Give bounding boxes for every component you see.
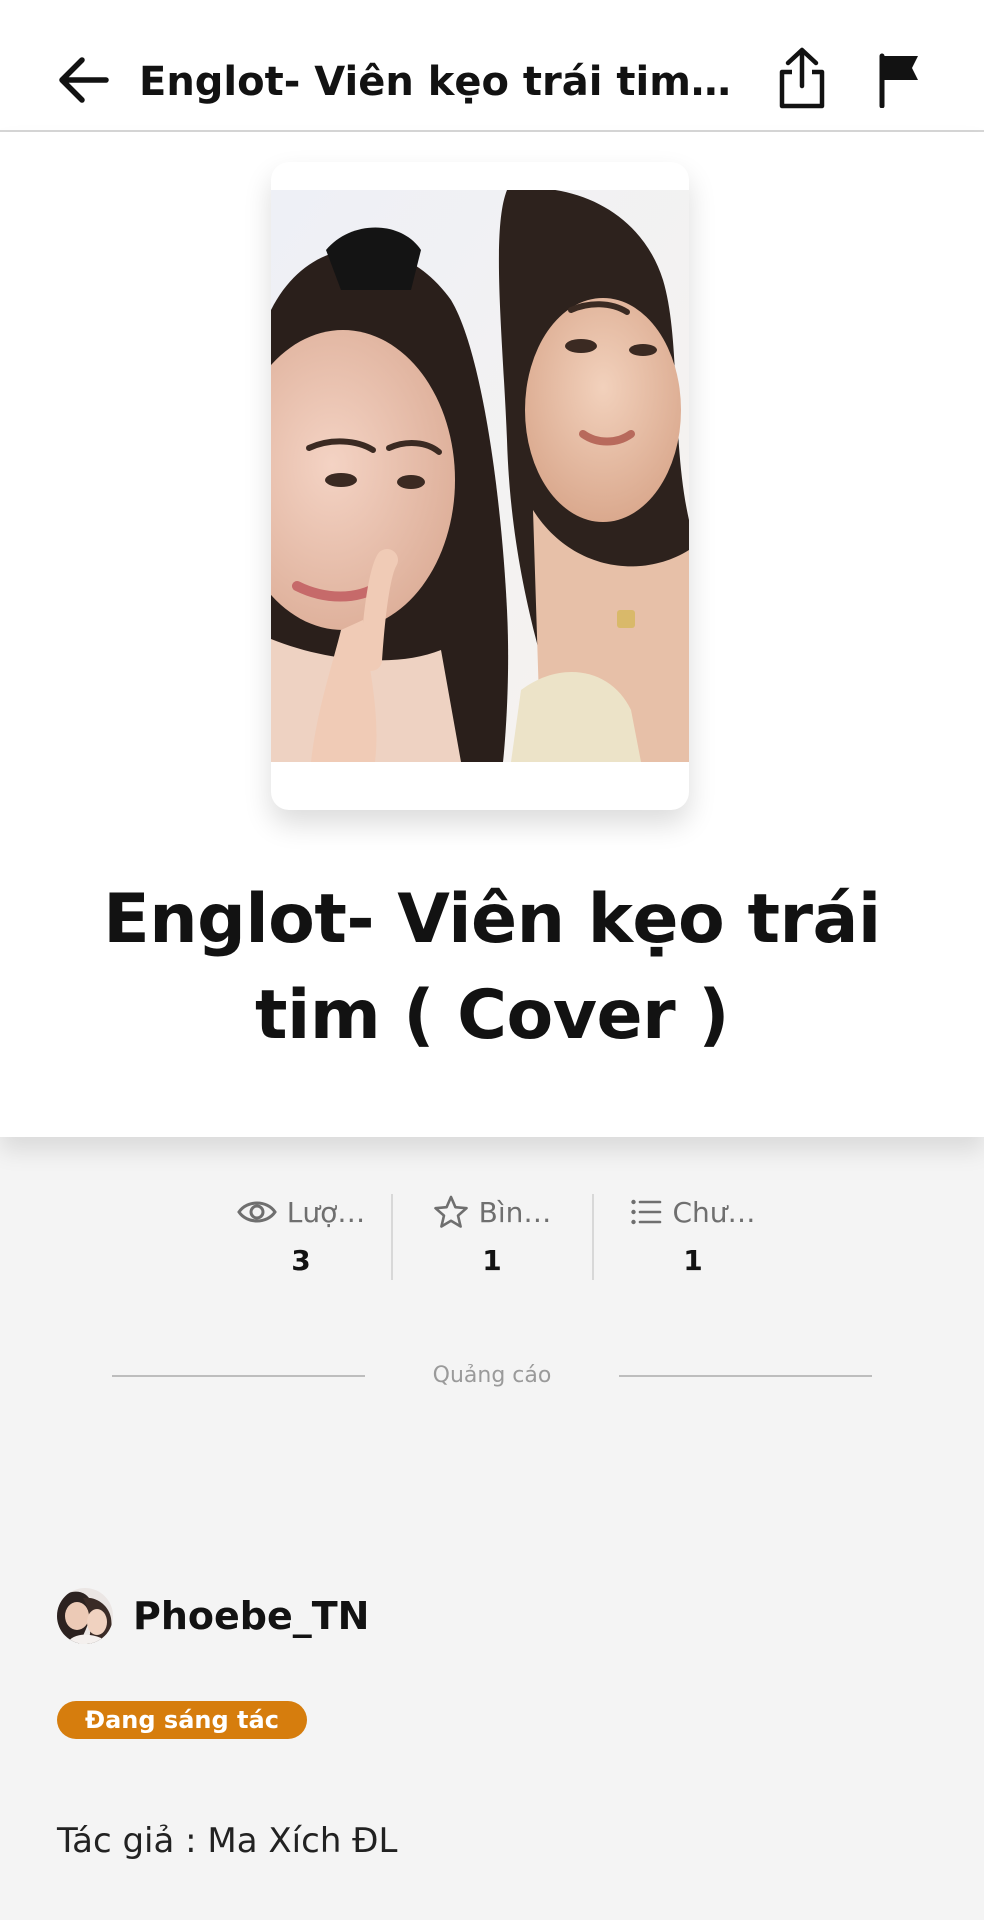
nav-title: Englot- Viên kẹo trái tim ( Cover ) xyxy=(139,59,739,105)
stat-reads-label: Lượ… xyxy=(286,1195,366,1229)
story-stats: Lượ… 3 Bìn… 1 Chư… 1 xyxy=(200,1190,784,1282)
story-hero: Englot- Viên kẹo trái tim ( Cover ) xyxy=(0,132,984,1137)
avatar[interactable] xyxy=(57,1588,113,1644)
stat-parts-value: 1 xyxy=(683,1244,703,1277)
arrow-left-icon xyxy=(59,57,109,103)
share-icon xyxy=(779,47,825,109)
story-title: Englot- Viên kẹo trái tim ( Cover ) xyxy=(103,880,881,1055)
flag-icon xyxy=(879,53,918,109)
divider-line xyxy=(619,1375,872,1377)
report-button[interactable] xyxy=(876,52,924,109)
story-details-screen: Englot- Viên kẹo trái tim ( Cover ) xyxy=(0,0,984,1920)
eye-icon xyxy=(236,1201,277,1223)
stat-votes-label: Bìn… xyxy=(478,1195,552,1229)
divider-line xyxy=(112,1375,365,1377)
stat-votes-value: 1 xyxy=(482,1244,502,1277)
cover-card[interactable] xyxy=(271,162,689,810)
share-button[interactable] xyxy=(776,46,828,112)
stat-parts-label: Chư… xyxy=(672,1195,756,1229)
stat-votes[interactable]: Bìn… 1 xyxy=(391,1190,593,1282)
story-description: Tác giả : Ma Xích ĐL xyxy=(57,1821,398,1861)
top-navigation-bar: Englot- Viên kẹo trái tim ( Cover ) xyxy=(0,0,984,132)
stat-parts[interactable]: Chư… 1 xyxy=(592,1190,794,1282)
stat-votes-header: Bìn… xyxy=(391,1190,593,1234)
cover-image xyxy=(271,190,689,762)
list-icon xyxy=(631,1199,662,1225)
author-name[interactable]: Phoebe_TN xyxy=(133,1592,369,1640)
ad-label: Quảng cáo xyxy=(432,1363,552,1388)
back-button[interactable] xyxy=(54,50,114,110)
ad-separator: Quảng cáo xyxy=(112,1360,872,1392)
star-icon xyxy=(433,1195,468,1228)
avatar-image xyxy=(57,1588,113,1644)
status-badge: Đang sáng tác xyxy=(57,1701,307,1739)
stat-reads[interactable]: Lượ… 3 xyxy=(200,1190,402,1282)
stat-reads-header: Lượ… xyxy=(200,1190,402,1234)
stat-parts-header: Chư… xyxy=(592,1190,794,1234)
stat-reads-value: 3 xyxy=(291,1244,311,1277)
